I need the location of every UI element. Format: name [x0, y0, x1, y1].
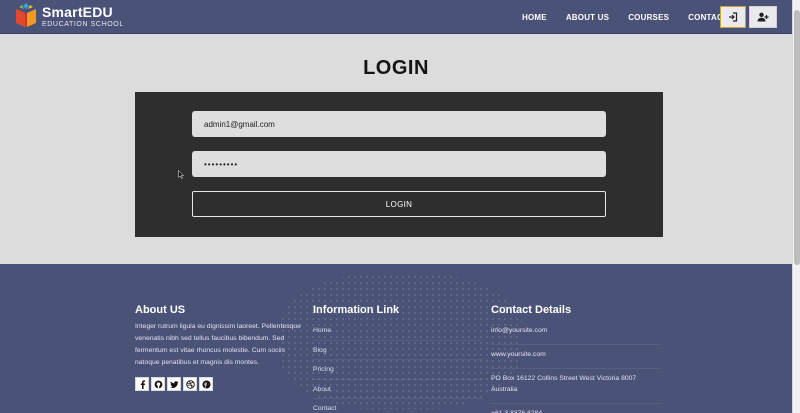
page-scrollbar[interactable] — [792, 0, 800, 413]
nav-links: HOME ABOUT US COURSES CONTACT — [522, 0, 747, 34]
about-text: Integer rutrum ligula eu dignissim laore… — [135, 323, 301, 366]
brand-logo[interactable]: SmartEDU EDUCATION SCHOOL — [14, 3, 124, 29]
nav-home[interactable]: HOME — [522, 13, 547, 22]
facebook-icon[interactable] — [135, 377, 149, 391]
footer-information-links: Information Link Home Blog Pricing About… — [313, 304, 483, 413]
login-button[interactable] — [720, 6, 746, 28]
footer-about: About US Integer rutrum ligula eu dignis… — [135, 304, 305, 391]
brand-subtitle: EDUCATION SCHOOL — [42, 20, 124, 28]
login-heading: LOGIN — [363, 57, 429, 79]
pinterest-icon[interactable] — [199, 377, 213, 391]
nav-about-us[interactable]: ABOUT US — [566, 13, 609, 22]
footer-link-home[interactable]: Home — [313, 321, 483, 341]
sign-in-icon — [729, 12, 738, 22]
footer-link-about[interactable]: About — [313, 380, 483, 399]
footer-link-pricing[interactable]: Pricing — [313, 360, 483, 380]
contact-address: PO Box 16122 Collins Street West Victori… — [491, 369, 661, 404]
brand-title: SmartEDU — [42, 3, 113, 20]
footer: About US Integer rutrum ligula eu dignis… — [0, 264, 792, 413]
info-title: Information Link — [313, 304, 400, 316]
footer-link-blog[interactable]: Blog — [313, 341, 483, 360]
github-icon[interactable] — [151, 377, 165, 391]
contact-phone: +61 3 8376 6284 — [491, 404, 661, 413]
footer-contact-details: Contact Details info@yoursite.com www.yo… — [491, 304, 661, 413]
nav-courses[interactable]: COURSES — [628, 13, 669, 22]
contact-email: info@yoursite.com — [491, 321, 661, 345]
register-button[interactable] — [749, 6, 777, 28]
dribbble-icon[interactable] — [183, 377, 197, 391]
about-title: About US — [135, 304, 186, 316]
footer-link-contact[interactable]: Contact — [313, 399, 483, 413]
scrollbar-thumb[interactable] — [794, 10, 800, 265]
email-field[interactable] — [192, 111, 606, 137]
navbar: SmartEDU EDUCATION SCHOOL HOME ABOUT US … — [0, 0, 792, 34]
login-submit-button[interactable]: LOGIN — [192, 191, 606, 217]
twitter-icon[interactable] — [167, 377, 181, 391]
password-field[interactable] — [192, 151, 606, 177]
social-links — [135, 377, 305, 391]
book-logo-icon — [16, 3, 36, 27]
mouse-cursor-icon — [178, 170, 184, 179]
login-form: LOGIN — [135, 92, 663, 237]
user-plus-icon — [757, 12, 769, 22]
contact-website: www.yoursite.com — [491, 345, 661, 369]
contact-title: Contact Details — [491, 304, 572, 316]
